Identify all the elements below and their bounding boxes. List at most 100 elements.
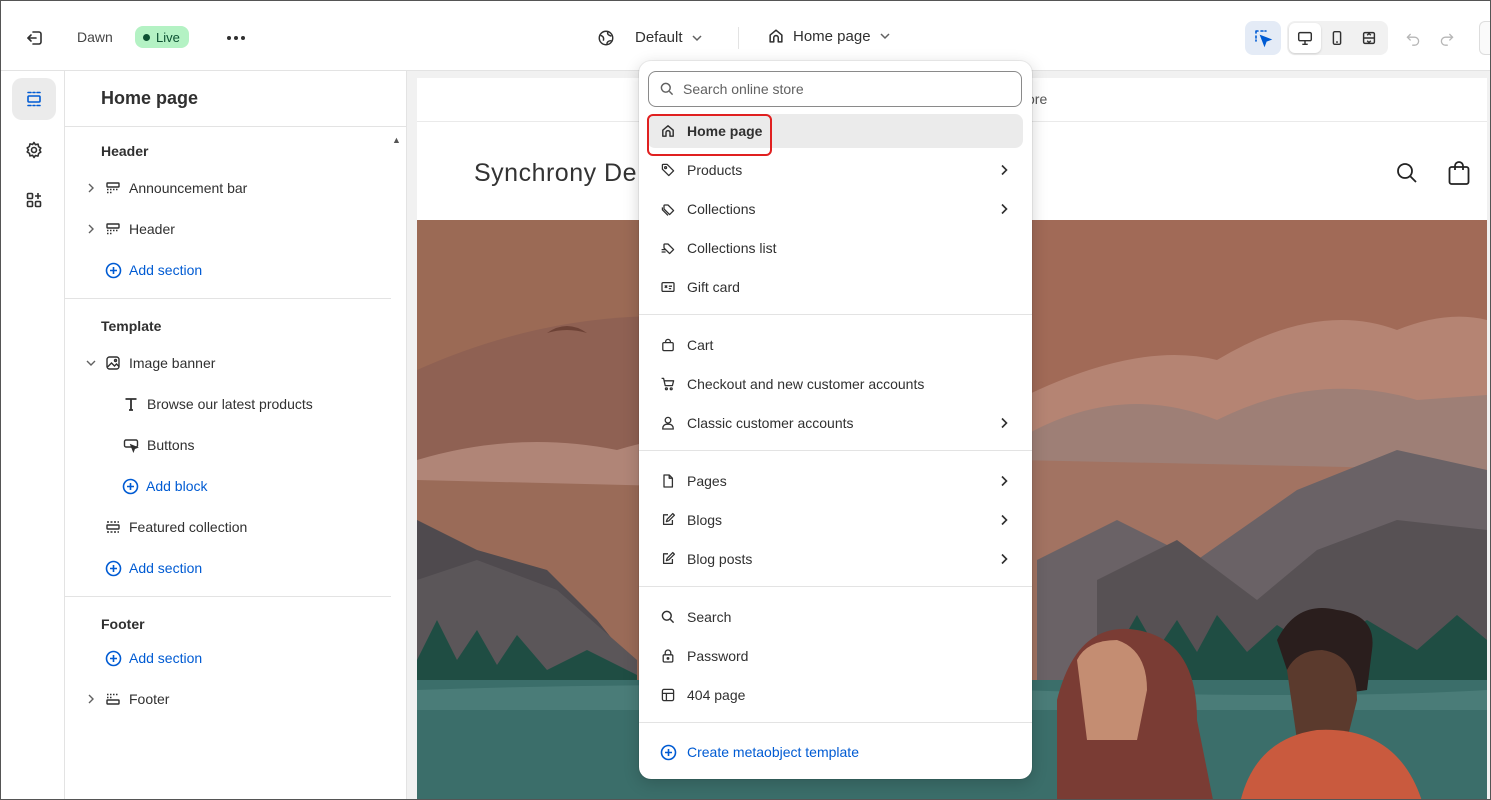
chevron-right-icon[interactable] [85, 694, 97, 704]
theme-settings-label: Default [635, 29, 683, 46]
divider [639, 314, 1032, 315]
viewport-switcher [1287, 21, 1388, 55]
menu-item-label: 404 page [687, 687, 746, 703]
page-select-dropdown: Home page Products Collections Collectio… [639, 61, 1032, 779]
desktop-view-button[interactable] [1289, 23, 1321, 53]
mobile-icon [1332, 30, 1342, 46]
section-image-banner[interactable]: Image banner [65, 348, 391, 378]
apps-icon [26, 192, 42, 208]
menu-item-search[interactable]: Search [647, 600, 1023, 634]
sections-tab[interactable] [12, 78, 56, 120]
chevron-right-icon [997, 512, 1011, 528]
add-block-button[interactable]: Add block [65, 471, 391, 501]
add-block-label: Add block [146, 478, 208, 494]
add-section-label: Add section [129, 560, 203, 576]
menu-item-blogs[interactable]: Blogs [647, 503, 1023, 537]
menu-item-pages[interactable]: Pages [647, 464, 1023, 498]
divider [65, 298, 391, 299]
menu-item-password[interactable]: Password [647, 639, 1023, 673]
menu-item-label: Collections list [687, 240, 777, 256]
page-select-label: Home page [793, 27, 871, 45]
chevron-right-icon[interactable] [85, 224, 97, 234]
chevron-right-icon [997, 415, 1011, 431]
menu-item-collections-list[interactable]: Collections list [647, 231, 1023, 265]
section-footer[interactable]: Footer [65, 684, 391, 714]
section-label: Header [129, 221, 175, 237]
search-icon [660, 82, 674, 96]
chevron-right-icon [997, 162, 1011, 178]
chevron-right-icon[interactable] [85, 183, 97, 193]
search-input[interactable] [683, 81, 1003, 97]
fullscreen-icon [1362, 31, 1376, 45]
theme-settings-tab[interactable] [12, 129, 56, 171]
editor-icon-rail [1, 71, 65, 799]
chevron-right-icon [997, 551, 1011, 567]
menu-item-home-page[interactable]: Home page [647, 114, 1023, 148]
sidebar-title: Home page [101, 88, 199, 108]
blog-icon [659, 511, 677, 529]
live-dot-icon [143, 33, 150, 41]
plus-circle-icon [104, 649, 122, 667]
menu-item-products[interactable]: Products [647, 153, 1023, 187]
page-select[interactable]: Home page [767, 27, 891, 45]
add-section-button[interactable]: Add section [65, 255, 391, 285]
menu-item-classic-customer-accounts[interactable]: Classic customer accounts [647, 406, 1023, 440]
cart-bag-icon[interactable] [1447, 160, 1471, 186]
section-label: Image banner [129, 355, 216, 371]
section-featured-collection[interactable]: Featured collection [65, 512, 391, 542]
save-button-edge[interactable] [1479, 21, 1490, 55]
menu-item-gift-card[interactable]: Gift card [647, 270, 1023, 304]
redo-button[interactable] [1435, 25, 1459, 51]
section-header[interactable]: Header [65, 214, 391, 244]
theme-settings-select[interactable]: Default [635, 29, 703, 46]
plus-circle-icon [104, 559, 122, 577]
tag-icon [659, 161, 677, 179]
section-label: Announcement bar [129, 180, 248, 196]
mobile-view-button[interactable] [1321, 23, 1353, 53]
block-buttons[interactable]: Buttons [65, 430, 391, 460]
section-label: Footer [129, 691, 170, 707]
scroll-up-arrow-icon[interactable]: ▲ [392, 135, 401, 145]
more-actions-button[interactable] [223, 25, 249, 51]
menu-item-label: Create metaobject template [687, 744, 859, 760]
ellipsis-icon [227, 36, 245, 40]
layout-footer-icon [104, 690, 122, 708]
chevron-down-icon [880, 33, 890, 40]
menu-item-label: Gift card [687, 279, 740, 295]
exit-button[interactable] [21, 25, 49, 51]
create-metaobject-template-button[interactable]: Create metaobject template [647, 735, 1023, 769]
plus-circle-icon [659, 743, 677, 761]
menu-item-label: Blogs [687, 512, 723, 528]
search-icon[interactable] [1395, 161, 1419, 185]
menu-item-cart[interactable]: Cart [647, 328, 1023, 362]
layout-icon [659, 686, 677, 704]
search-field[interactable] [648, 71, 1022, 107]
chevron-right-icon [997, 201, 1011, 217]
section-announcement-bar[interactable]: Announcement bar [65, 173, 391, 203]
menu-item-label: Collections [687, 201, 756, 217]
button-cursor-icon [122, 436, 140, 454]
desktop-icon [1297, 31, 1313, 46]
group-title-footer: Footer [101, 616, 145, 632]
fullscreen-view-button[interactable] [1353, 23, 1385, 53]
menu-item-404-page[interactable]: 404 page [647, 678, 1023, 712]
add-section-button[interactable]: Add section [65, 553, 391, 583]
menu-item-checkout[interactable]: Checkout and new customer accounts [647, 367, 1023, 401]
inspector-button[interactable] [1245, 21, 1281, 55]
menu-item-label: Password [687, 648, 749, 664]
chevron-down-icon [692, 34, 702, 41]
chevron-down-icon[interactable] [85, 359, 97, 367]
cart-icon [659, 375, 677, 393]
block-text[interactable]: Browse our latest products [65, 389, 391, 419]
layout-header-icon [104, 220, 122, 238]
app-embeds-tab[interactable] [12, 179, 56, 221]
block-label: Browse our latest products [147, 396, 313, 412]
undo-button[interactable] [1401, 25, 1425, 51]
toolbar-divider [738, 27, 739, 49]
collections-list-icon [659, 239, 677, 257]
menu-item-blog-posts[interactable]: Blog posts [647, 542, 1023, 576]
menu-item-collections[interactable]: Collections [647, 192, 1023, 226]
add-section-button[interactable]: Add section [65, 643, 391, 673]
menu-item-label: Blog posts [687, 551, 753, 567]
page-icon [659, 472, 677, 490]
